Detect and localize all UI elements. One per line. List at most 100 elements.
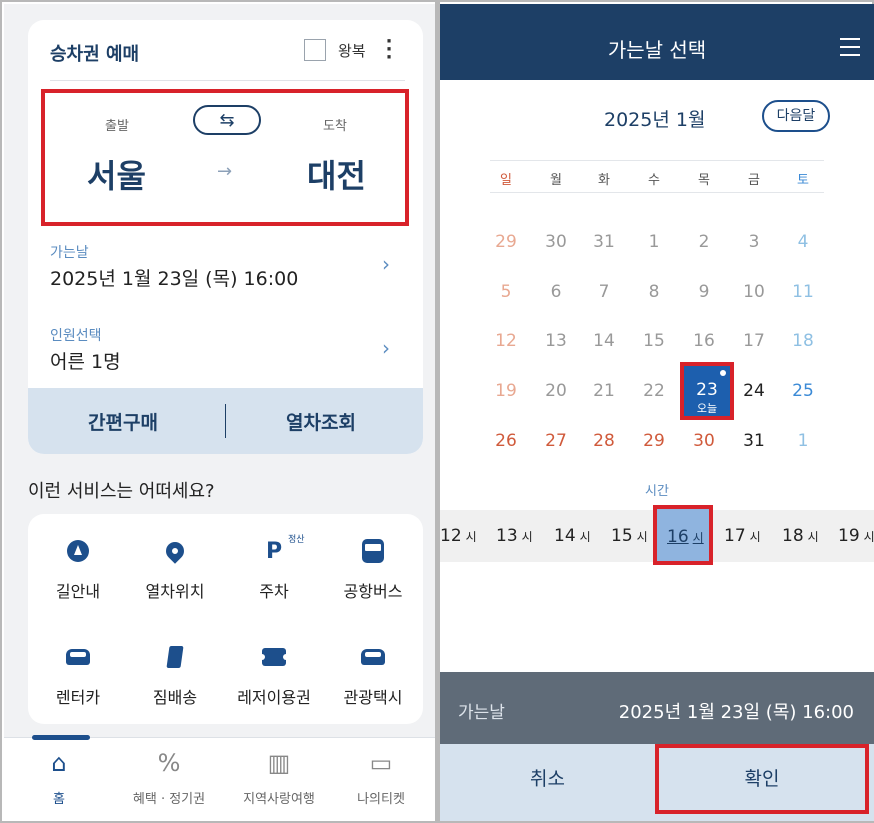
departure-label: 출발 — [105, 119, 129, 134]
services-card: 길안내 열차위치 P 정산 주차 공항버스 렌터카 짐배송 레저이용권 관광택시 — [28, 514, 423, 724]
next-month-button[interactable]: 다음달 — [762, 100, 830, 132]
booking-card: 승차권 예매 왕복 · · · 출발 ⇆ 도착 서울 → 대전 가는날 2025년 … — [28, 20, 423, 454]
nav-benefits[interactable]: % 혜택 · 정기권 — [114, 746, 224, 807]
dialog-actions: 취소 확인 — [440, 744, 874, 821]
time-label: 시간 — [645, 484, 669, 499]
action-bar: 간편구매 열차조회 — [28, 388, 423, 454]
calendar-day: 11 — [792, 282, 814, 302]
calendar-day: 10 — [743, 282, 765, 302]
nav-label: 지역사랑여행 — [243, 792, 315, 807]
hour-unit: 시 — [465, 530, 477, 544]
weekday-header: 목 — [698, 173, 710, 188]
active-indicator — [32, 735, 90, 740]
menu-icon[interactable] — [840, 38, 860, 62]
nav-label: 혜택 · 정기권 — [132, 792, 206, 807]
page-title: 가는날 선택 — [607, 38, 707, 62]
calendar-day: 15 — [643, 331, 665, 351]
service-label: 열차위치 — [145, 582, 205, 601]
today-label: 오늘 — [696, 402, 718, 415]
suitcase-icon: ▥ — [267, 749, 291, 777]
taxi-icon — [361, 649, 385, 665]
roundtrip-checkbox[interactable] — [304, 39, 326, 61]
nav-local-travel[interactable]: ▥ 지역사랑여행 — [224, 746, 334, 807]
easy-buy-button[interactable]: 간편구매 — [88, 408, 158, 435]
passenger-value[interactable]: 어른 1명 — [50, 347, 121, 374]
calendar-day[interactable]: 27 — [536, 431, 576, 451]
calendar-day[interactable]: 30 — [684, 431, 724, 451]
hour-unit: 시 — [521, 530, 533, 544]
service-train-location[interactable]: 열차위치 — [127, 536, 223, 602]
hour-option[interactable]: 19 시 — [838, 526, 874, 546]
luggage-icon — [166, 646, 184, 668]
service-airport-bus[interactable]: 공항버스 — [325, 536, 421, 602]
services-title: 이런 서비스는 어떠세요? — [28, 481, 215, 502]
train-search-button[interactable]: 열차조회 — [286, 408, 356, 435]
calendar-day: 30 — [545, 232, 567, 252]
service-label: 길안내 — [55, 582, 101, 601]
hour-option[interactable]: 12 시 — [440, 526, 477, 546]
hour-option[interactable]: 13 시 — [496, 526, 533, 546]
calendar-day: 9 — [698, 282, 710, 302]
nav-home[interactable]: ⌂ 홈 — [4, 746, 114, 807]
selected-hour-value: 16 — [667, 527, 689, 547]
service-luggage[interactable]: 짐배송 — [127, 642, 223, 708]
service-leisure-ticket[interactable]: 레저이용권 — [226, 642, 322, 708]
selected-hour[interactable]: 16 시 — [653, 505, 713, 565]
calendar-day[interactable]: 31 — [734, 431, 774, 451]
parking-badge: 정산 — [288, 535, 305, 545]
weekday-header: 금 — [748, 173, 760, 188]
service-parking[interactable]: P 정산 주차 — [226, 535, 322, 602]
hour-option[interactable]: 15 시 — [611, 526, 648, 546]
date-value[interactable]: 2025년 1월 23일 (목) 16:00 — [50, 264, 298, 291]
calendar-day[interactable]: 24 — [734, 381, 774, 401]
nav-label: 홈 — [53, 792, 65, 807]
navigation-icon — [67, 540, 89, 562]
parking-icon: P — [265, 538, 283, 564]
chevron-right-icon[interactable]: › — [382, 252, 390, 276]
nav-my-ticket[interactable]: ▭ 나의티켓 — [326, 746, 435, 807]
service-navigation[interactable]: 길안내 — [30, 536, 126, 602]
hour-option[interactable]: 17 시 — [724, 526, 761, 546]
calendar-day[interactable]: 25 — [783, 381, 823, 401]
hour-option[interactable]: 18 시 — [782, 526, 819, 546]
passenger-label: 인원선택 — [50, 328, 102, 344]
calendar-day[interactable]: 26 — [486, 431, 526, 451]
more-options-icon[interactable]: · · · — [384, 33, 394, 67]
service-label: 공항버스 — [343, 582, 403, 601]
selection-summary: 가는날 2025년 1월 23일 (목) 16:00 — [440, 672, 874, 744]
chevron-right-icon[interactable]: › — [382, 336, 390, 360]
calendar-day[interactable]: 28 — [584, 431, 624, 451]
hour-value: 17 — [724, 526, 746, 546]
swap-icon: ⇆ — [219, 109, 235, 131]
cancel-button[interactable]: 취소 — [440, 744, 655, 814]
calendar-day: 2 — [698, 232, 710, 252]
service-label: 렌터카 — [55, 688, 101, 707]
hour-option[interactable]: 14 시 — [554, 526, 591, 546]
calendar-day: 20 — [545, 381, 567, 401]
calendar-day[interactable]: 29 — [634, 431, 674, 451]
hour-value: 19 — [838, 526, 860, 546]
service-rent-car[interactable]: 렌터카 — [30, 642, 126, 708]
calendar-day: 1 — [797, 431, 809, 451]
selected-date: 23 — [696, 380, 718, 400]
calendar-day: 6 — [550, 282, 562, 302]
service-label: 레저이용권 — [237, 688, 311, 707]
weekday-header: 화 — [598, 173, 610, 188]
service-tour-taxi[interactable]: 관광택시 — [325, 642, 421, 708]
departure-station[interactable]: 서울 — [87, 151, 146, 197]
selected-date-cell[interactable]: 23 오늘 — [680, 362, 734, 420]
date-label: 가는날 — [50, 245, 89, 261]
month-label: 2025년 1월 — [604, 109, 706, 131]
roundtrip-label[interactable]: 왕복 — [338, 40, 366, 61]
swap-stations-button[interactable]: ⇆ — [193, 105, 261, 135]
car-icon — [66, 649, 90, 665]
arrival-station[interactable]: 대전 — [307, 151, 366, 197]
calendar-day: 13 — [545, 331, 567, 351]
calendar-day: 14 — [593, 331, 615, 351]
calendar-day: 29 — [495, 232, 517, 252]
service-label: 관광택시 — [343, 688, 403, 707]
confirm-button[interactable]: 확인 — [655, 744, 869, 814]
arrow-right-icon: → — [217, 161, 233, 182]
divider — [490, 160, 824, 161]
weekday-header: 수 — [648, 173, 660, 188]
